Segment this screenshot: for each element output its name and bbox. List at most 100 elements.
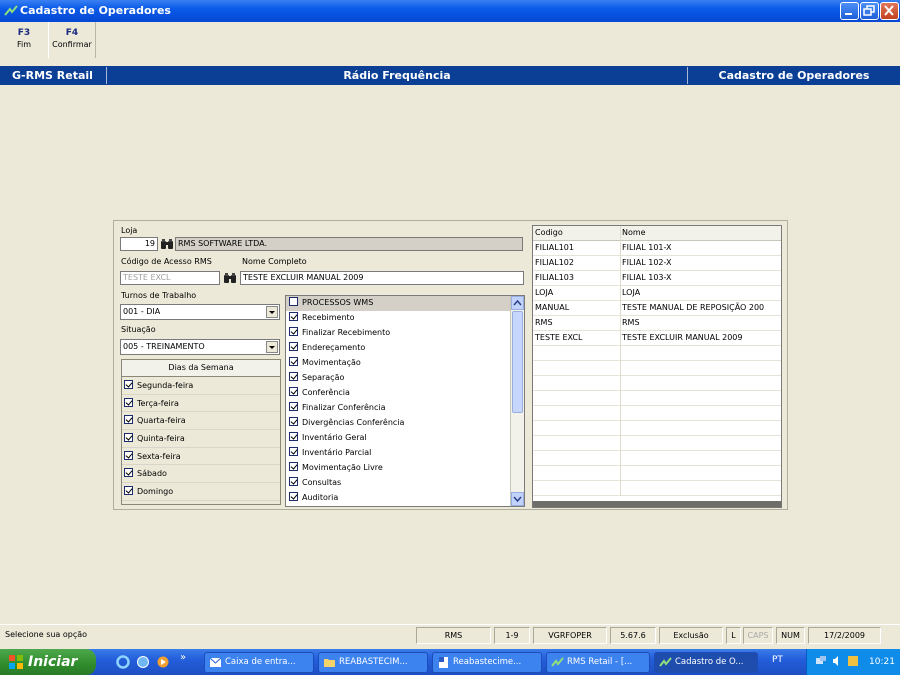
processo-row[interactable]: Movimentação Livre [286, 461, 524, 476]
situacao-value: 005 - TREINAMENTO [123, 342, 205, 351]
checkbox[interactable] [124, 433, 133, 443]
processo-row[interactable]: Divergências Conferência [286, 416, 524, 431]
volume-icon[interactable] [831, 655, 843, 667]
processo-row[interactable]: Movimentação [286, 356, 524, 371]
vertical-scrollbar[interactable] [510, 296, 524, 506]
processo-row[interactable]: Finalizar Conferência [286, 401, 524, 416]
processos-list[interactable]: PROCESSOS WMS Recebimento Finalizar Rece… [285, 295, 525, 507]
table-row[interactable]: FILIAL103 FILIAL 103-X [533, 271, 781, 286]
nome-completo-input[interactable]: TESTE EXCLUIR MANUAL 2009 [240, 271, 524, 285]
checkbox[interactable] [289, 432, 298, 441]
binoculars-icon[interactable] [223, 272, 237, 284]
taskbar-button-label: Reabastecime... [453, 657, 522, 667]
binoculars-icon[interactable] [160, 238, 174, 250]
processo-row[interactable]: Auditoria [286, 491, 524, 506]
taskbar-button-inbox[interactable]: Caixa de entra... [204, 652, 314, 673]
processo-row[interactable]: Finalizar Recebimento [286, 326, 524, 341]
nome-label: Nome Completo [242, 257, 307, 266]
dropdown-arrow[interactable] [266, 341, 278, 353]
media-player-icon[interactable] [156, 655, 170, 669]
browser-icon[interactable] [136, 655, 150, 669]
checkbox[interactable] [289, 342, 298, 351]
codigo-acesso-input[interactable]: TESTE EXCL [120, 271, 220, 285]
processo-row[interactable]: Consultas [286, 476, 524, 491]
checkbox[interactable] [124, 415, 133, 425]
table-row[interactable]: LOJA LOJA [533, 286, 781, 301]
column-divider [620, 331, 621, 346]
taskbar-button-label: RMS Retail - [... [567, 657, 633, 667]
taskbar-button-rms-retail[interactable]: RMS Retail - [... [546, 652, 650, 673]
f4-confirmar-button[interactable]: F4 Confirmar [48, 22, 96, 58]
checkbox[interactable] [124, 397, 133, 407]
checkbox[interactable] [289, 312, 298, 321]
table-row[interactable]: RMS RMS [533, 316, 781, 331]
dia-row[interactable]: Quinta-feira [122, 430, 280, 448]
processo-row[interactable]: Endereçamento [286, 341, 524, 356]
operadores-grid[interactable]: Codigo Nome FILIAL101 FILIAL 101-X FILIAL… [532, 225, 782, 508]
header-app-name: G-RMS Retail [12, 69, 93, 82]
table-row[interactable]: FILIAL102 FILIAL 102-X [533, 256, 781, 271]
grid-horizontal-scrollbar[interactable] [533, 501, 781, 507]
dia-row[interactable]: Sábado [122, 465, 280, 484]
loja-code-input[interactable]: 19 [120, 237, 158, 251]
quicklaunch-overflow[interactable]: » [180, 652, 186, 663]
cell-nome: TESTE EXCLUIR MANUAL 2009 [622, 333, 743, 342]
scroll-down-button[interactable] [511, 492, 524, 506]
close-button[interactable] [880, 2, 899, 20]
column-divider [620, 376, 621, 391]
dia-row[interactable]: Segunda-feira [122, 377, 280, 395]
dia-row[interactable]: Domingo [122, 483, 280, 501]
checkbox[interactable] [289, 297, 298, 306]
checkbox[interactable] [289, 492, 298, 501]
processo-row[interactable]: Inventário Parcial [286, 446, 524, 461]
empty-row [533, 391, 781, 406]
taskbar-button-cadastro[interactable]: Cadastro de O... [654, 652, 758, 673]
table-row[interactable]: FILIAL101 FILIAL 101-X [533, 241, 781, 256]
checkbox[interactable] [289, 357, 298, 366]
network-icon[interactable] [815, 655, 827, 667]
table-row[interactable]: MANUAL TESTE MANUAL DE REPOSIÇÃO 200 [533, 301, 781, 316]
processo-row[interactable]: Inventário Geral [286, 431, 524, 446]
dia-row[interactable]: Terça-feira [122, 395, 280, 413]
processo-row[interactable]: Separação [286, 371, 524, 386]
turnos-select[interactable]: 001 - DIA [120, 304, 280, 320]
checkbox[interactable] [289, 417, 298, 426]
checkbox[interactable] [289, 477, 298, 486]
checkbox[interactable] [124, 450, 133, 460]
app-icon [659, 657, 672, 667]
checkbox[interactable] [289, 447, 298, 456]
dia-row[interactable]: Sexta-feira [122, 448, 280, 466]
dia-row[interactable]: Quarta-feira [122, 412, 280, 431]
dia-label: Segunda-feira [137, 381, 194, 390]
cell-codigo: FILIAL103 [535, 273, 574, 282]
processo-row[interactable]: Conferência [286, 386, 524, 401]
tray-app-icon[interactable] [847, 655, 859, 667]
processos-header-row[interactable]: PROCESSOS WMS [286, 296, 524, 311]
dropdown-arrow[interactable] [266, 306, 278, 318]
col-nome-header[interactable]: Nome [622, 226, 781, 240]
checkbox[interactable] [289, 372, 298, 381]
checkbox[interactable] [289, 327, 298, 336]
checkbox[interactable] [124, 486, 133, 496]
checkbox[interactable] [124, 380, 133, 389]
taskbar-button-folder[interactable]: REABASTECIM... [318, 652, 428, 673]
scroll-up-button[interactable] [511, 296, 524, 310]
status-version: 5.67.6 [610, 627, 656, 644]
restore-button[interactable] [860, 2, 879, 20]
checkbox[interactable] [289, 462, 298, 471]
checkbox[interactable] [124, 468, 133, 478]
internet-explorer-icon[interactable] [116, 655, 130, 669]
checkbox[interactable] [289, 402, 298, 411]
scroll-thumb[interactable] [512, 311, 523, 413]
table-row[interactable]: TESTE EXCL TESTE EXCLUIR MANUAL 2009 [533, 331, 781, 346]
start-button[interactable]: Iniciar [0, 649, 96, 675]
taskbar-button-word[interactable]: Reabastecime... [432, 652, 542, 673]
situacao-select[interactable]: 005 - TREINAMENTO [120, 339, 280, 355]
dia-label: Sábado [137, 469, 167, 479]
processo-row[interactable]: Recebimento [286, 311, 524, 326]
checkbox[interactable] [289, 387, 298, 396]
minimize-button[interactable] [840, 2, 859, 20]
col-codigo-header[interactable]: Codigo [535, 226, 619, 240]
f3-fim-button[interactable]: F3 Fim [2, 28, 46, 49]
language-indicator[interactable]: PT [772, 655, 783, 665]
